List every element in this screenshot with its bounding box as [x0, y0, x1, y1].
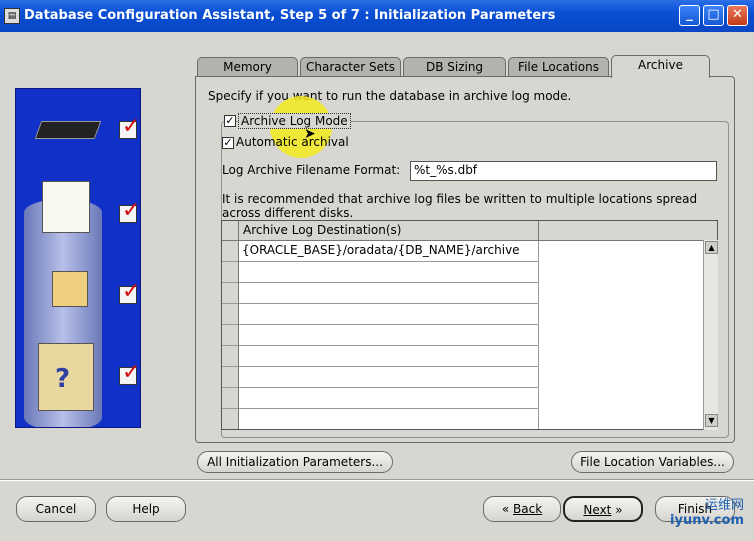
row-header[interactable] — [222, 367, 239, 388]
back-arrow-icon: « — [501, 502, 510, 516]
recommendation-text-line2: across different disks. — [222, 206, 354, 220]
file-location-variables-button[interactable]: File Location Variables... — [571, 451, 734, 473]
archive-destinations-table: Archive Log Destination(s) {ORACLE_BASE}… — [221, 220, 718, 430]
help-folder-icon: ? — [38, 343, 94, 411]
tab-archive[interactable]: Archive — [611, 55, 710, 78]
title-bar: ▤ Database Configuration Assistant, Step… — [0, 0, 754, 32]
scroll-up-arrow-icon[interactable]: ▲ — [705, 241, 718, 254]
table-row[interactable] — [239, 367, 539, 388]
column-header-destination[interactable]: Archive Log Destination(s) — [239, 221, 539, 241]
documents-icon — [42, 181, 90, 233]
checkmark-icon: ✓ — [119, 360, 140, 385]
table-vertical-scrollbar[interactable]: ▲ ▼ — [703, 240, 718, 430]
next-label: Next — [583, 503, 612, 517]
instruction-text: Specify if you want to run the database … — [208, 89, 572, 103]
watermark-line1: 运维网 — [704, 498, 744, 513]
filename-format-label: Log Archive Filename Format: — [222, 163, 401, 177]
footer-separator — [0, 479, 754, 481]
row-header[interactable] — [222, 409, 239, 429]
table-row[interactable] — [239, 388, 539, 409]
mouse-pointer-icon: ➤ — [304, 126, 316, 142]
header-corner — [222, 221, 239, 241]
tab-file-locations[interactable]: File Locations — [508, 57, 609, 77]
shapes-icon — [52, 271, 88, 307]
tab-character-sets[interactable]: Character Sets — [300, 57, 401, 77]
close-button[interactable]: ✕ — [727, 5, 748, 26]
recommendation-text-line1: It is recommended that archive log files… — [222, 192, 698, 206]
watermark-line2: iyunv.com — [670, 513, 744, 528]
table-row[interactable] — [239, 262, 539, 283]
archive-log-mode-label[interactable]: Archive Log Mode — [238, 113, 351, 129]
scroll-down-arrow-icon[interactable]: ▼ — [705, 414, 718, 427]
dbca-icon[interactable]: ▤ — [4, 8, 20, 24]
checkmark-icon: ✓ — [119, 279, 140, 304]
table-row[interactable] — [239, 346, 539, 367]
maximize-button[interactable]: □ — [703, 5, 724, 26]
row-header[interactable] — [222, 388, 239, 409]
tab-db-sizing[interactable]: DB Sizing — [403, 57, 506, 77]
table-row[interactable]: {ORACLE_BASE}/oradata/{DB_NAME}/archive — [239, 241, 539, 262]
all-initialization-parameters-button[interactable]: All Initialization Parameters... — [197, 451, 393, 473]
automatic-archival-checkbox[interactable]: ✓ — [222, 137, 234, 149]
cancel-button[interactable]: Cancel — [16, 496, 96, 522]
row-header[interactable] — [222, 346, 239, 367]
table-row[interactable] — [239, 325, 539, 346]
back-label: Back — [513, 502, 543, 516]
row-header[interactable] — [222, 283, 239, 304]
automatic-archival-label[interactable]: Automatic archival — [236, 135, 349, 149]
checkmark-icon: ✓ — [119, 198, 140, 223]
back-button[interactable]: « Back — [483, 496, 561, 522]
tab-memory[interactable]: Memory — [197, 57, 298, 77]
step-illustration-panel: ? ✓ ✓ ✓ ✓ — [15, 88, 141, 428]
memory-chip-icon — [34, 121, 102, 139]
column-header-blank — [539, 221, 717, 241]
table-row[interactable] — [239, 304, 539, 325]
archive-log-mode-checkbox[interactable]: ✓ — [224, 115, 236, 127]
next-arrow-icon: » — [615, 503, 623, 517]
minimize-button[interactable]: _ — [679, 5, 700, 26]
checkmark-icon: ✓ — [119, 114, 140, 139]
table-row[interactable] — [239, 409, 539, 429]
table-row[interactable] — [239, 283, 539, 304]
help-button[interactable]: Help — [106, 496, 186, 522]
row-header[interactable] — [222, 304, 239, 325]
row-header[interactable] — [222, 262, 239, 283]
watermark: 运维网 iyunv.com — [650, 494, 750, 538]
window-title: Database Configuration Assistant, Step 5… — [24, 8, 556, 23]
row-header[interactable] — [222, 241, 239, 262]
next-button[interactable]: Next » — [563, 496, 643, 522]
row-header[interactable] — [222, 325, 239, 346]
filename-format-input[interactable]: %t_%s.dbf — [410, 161, 717, 181]
